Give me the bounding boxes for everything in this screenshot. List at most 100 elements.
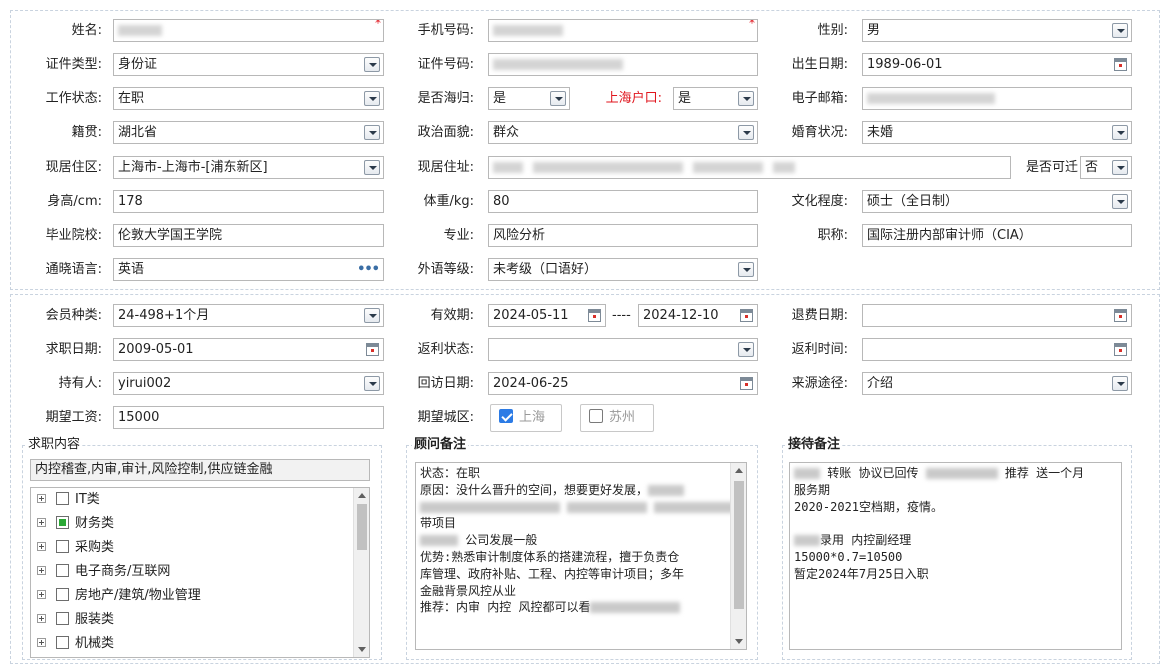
checkbox-partial-icon[interactable] <box>56 516 69 529</box>
school-input[interactable]: 伦敦大学国王学院 <box>113 224 384 247</box>
chevron-down-icon[interactable] <box>364 160 380 175</box>
scroll-up-icon[interactable] <box>735 468 743 473</box>
chevron-down-icon[interactable] <box>364 308 380 323</box>
calendar-icon[interactable] <box>366 343 379 356</box>
chevron-down-icon[interactable] <box>1112 194 1128 209</box>
notes-scrollbar[interactable] <box>730 463 746 649</box>
required-mark: * <box>375 19 381 30</box>
chevron-down-icon[interactable] <box>364 91 380 106</box>
tree-item[interactable]: 财务类 <box>37 512 114 536</box>
political-select[interactable]: 群众 <box>488 121 758 144</box>
city-option-label: 苏州 <box>609 410 636 425</box>
salary-input[interactable]: 15000 <box>113 406 384 429</box>
advisor-notes-textarea[interactable]: 状态：在职 原因：没什么晋升的空间，想要更好发展， 带项目 公司发展一般 优势:… <box>415 462 747 650</box>
title-input[interactable]: 国际注册内部审计师（CIA） <box>862 224 1132 247</box>
scroll-thumb[interactable] <box>357 504 367 550</box>
education-select[interactable]: 硕士（全日制） <box>862 190 1132 213</box>
relocate-select[interactable]: 否 <box>1080 156 1132 179</box>
calendar-icon[interactable] <box>1114 343 1127 356</box>
chevron-down-icon[interactable] <box>738 91 754 106</box>
tree-item[interactable]: 房地产/建筑/物业管理 <box>37 584 201 608</box>
calendar-icon[interactable] <box>740 377 753 390</box>
redacted-text <box>420 535 458 547</box>
refund-date-field[interactable] <box>862 304 1132 327</box>
scroll-up-icon[interactable] <box>358 493 366 498</box>
id-type-select[interactable]: 身份证 <box>113 53 384 76</box>
returnee-select[interactable]: 是 <box>488 87 570 110</box>
chevron-down-icon[interactable] <box>1112 160 1128 175</box>
checkbox-icon[interactable] <box>56 492 69 505</box>
calendar-icon[interactable] <box>1114 309 1127 322</box>
major-input[interactable]: 风险分析 <box>488 224 758 247</box>
expand-icon[interactable] <box>37 542 46 551</box>
checkbox-icon[interactable] <box>56 612 69 625</box>
residence-area-select[interactable]: 上海市-上海市-[浦东新区] <box>113 156 384 179</box>
language-input[interactable]: 英语 ••• <box>113 258 384 281</box>
tree-item[interactable]: 采购类 <box>37 536 114 560</box>
checkbox-checked-icon[interactable] <box>499 409 513 423</box>
city-option-suzhou[interactable]: 苏州 <box>580 404 654 432</box>
visit-date-field[interactable]: 2024-06-25 <box>488 372 758 395</box>
scroll-down-icon[interactable] <box>735 639 743 644</box>
valid-to-field[interactable]: 2024-12-10 <box>638 304 758 327</box>
tree-item[interactable]: 机械类 <box>37 632 114 656</box>
member-type-select[interactable]: 24-498+1个月 <box>113 304 384 327</box>
calendar-icon[interactable] <box>1114 58 1127 71</box>
tree-item[interactable]: 电子商务/互联网 <box>37 560 170 584</box>
residence-address-field[interactable] <box>488 156 1011 179</box>
chevron-down-icon[interactable] <box>1112 125 1128 140</box>
chevron-down-icon[interactable] <box>738 342 754 357</box>
gender-select[interactable]: 男 <box>862 19 1132 42</box>
tree-item-label: 采购类 <box>75 540 115 555</box>
expand-icon[interactable] <box>37 614 46 623</box>
foreign-level-select[interactable]: 未考级（口语好） <box>488 258 758 281</box>
more-options-icon[interactable]: ••• <box>357 259 380 280</box>
chevron-down-icon[interactable] <box>738 125 754 140</box>
rebate-time-field[interactable] <box>862 338 1132 361</box>
checkbox-icon[interactable] <box>56 588 69 601</box>
height-input[interactable]: 178 <box>113 190 384 213</box>
holder-select[interactable]: yirui002 <box>113 372 384 395</box>
expand-icon[interactable] <box>37 590 46 599</box>
native-select[interactable]: 湖北省 <box>113 121 384 144</box>
chevron-down-icon[interactable] <box>364 376 380 391</box>
reception-notes-textarea[interactable]: 转账 协议已回传 推荐 送一个月 服务期 2020-2021空档期，疫情。 录用… <box>789 462 1122 650</box>
source-select[interactable]: 介绍 <box>862 372 1132 395</box>
valid-from-field[interactable]: 2024-05-11 <box>488 304 606 327</box>
expand-icon[interactable] <box>37 494 46 503</box>
chevron-down-icon[interactable] <box>1112 376 1128 391</box>
chevron-down-icon[interactable] <box>364 125 380 140</box>
expand-icon[interactable] <box>37 638 46 647</box>
marital-select[interactable]: 未婚 <box>862 121 1132 144</box>
calendar-icon[interactable] <box>588 309 601 322</box>
birth-date-field[interactable]: 1989-06-01 <box>862 53 1132 76</box>
tree-item[interactable]: 服装类 <box>37 608 114 632</box>
scroll-thumb[interactable] <box>734 481 744 609</box>
checkbox-icon[interactable] <box>56 564 69 577</box>
job-category-tree[interactable]: IT类 财务类 采购类 电子商务/互联网 房地产/建筑/物业管理 服装类 机械类 <box>30 487 370 658</box>
checkbox-icon[interactable] <box>589 409 603 423</box>
id-number-field[interactable] <box>488 53 758 76</box>
expand-icon[interactable] <box>37 566 46 575</box>
job-date-field[interactable]: 2009-05-01 <box>113 338 384 361</box>
email-field[interactable] <box>862 87 1132 110</box>
chevron-down-icon[interactable] <box>1112 23 1128 38</box>
weight-input[interactable]: 80 <box>488 190 758 213</box>
city-option-shanghai[interactable]: 上海 <box>490 404 562 432</box>
name-field[interactable]: * <box>113 19 384 42</box>
phone-field[interactable]: * <box>488 19 758 42</box>
scroll-down-icon[interactable] <box>358 647 366 652</box>
rebate-status-select[interactable] <box>488 338 758 361</box>
expand-icon[interactable] <box>37 518 46 527</box>
work-status-select[interactable]: 在职 <box>113 87 384 110</box>
tree-item[interactable]: IT类 <box>37 488 100 512</box>
shanghai-hukou-select[interactable]: 是 <box>673 87 758 110</box>
calendar-icon[interactable] <box>740 309 753 322</box>
chevron-down-icon[interactable] <box>738 262 754 277</box>
tree-scrollbar[interactable] <box>353 488 369 657</box>
checkbox-icon[interactable] <box>56 636 69 649</box>
redacted-name <box>118 25 162 36</box>
chevron-down-icon[interactable] <box>550 91 566 106</box>
chevron-down-icon[interactable] <box>364 57 380 72</box>
checkbox-icon[interactable] <box>56 540 69 553</box>
